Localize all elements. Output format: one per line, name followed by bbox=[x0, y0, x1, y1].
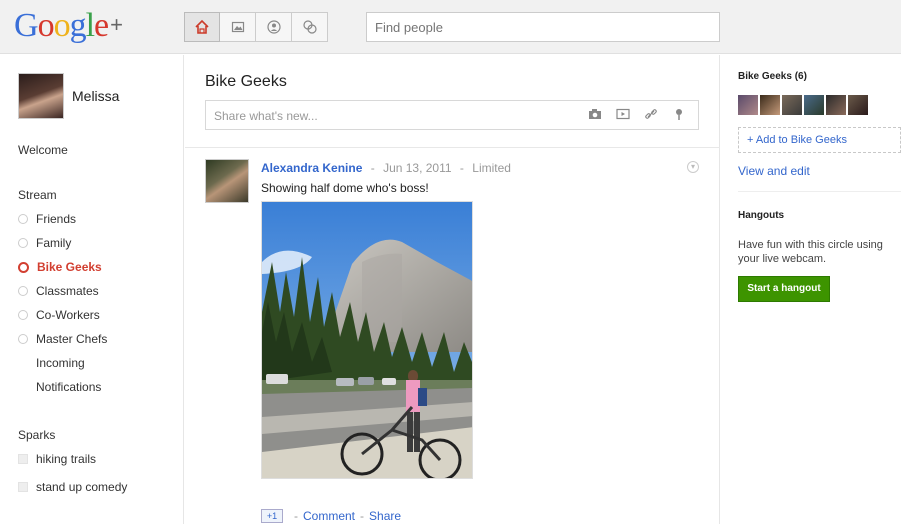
circle-icon bbox=[18, 310, 28, 320]
left-sidebar: Melissa Welcome Stream Friends Family Bi… bbox=[0, 55, 184, 524]
circle-icon bbox=[18, 286, 28, 296]
member-avatar[interactable] bbox=[804, 95, 824, 115]
stream-item-friends[interactable]: Friends bbox=[18, 207, 107, 231]
spark-item-stand-up-comedy[interactable]: stand up comedy bbox=[18, 475, 127, 499]
stream-item-incoming[interactable]: Incoming bbox=[18, 351, 107, 375]
camera-icon[interactable] bbox=[584, 108, 606, 124]
post-text: Showing half dome who's boss! bbox=[261, 181, 429, 195]
post-header: Alexandra Kenine - Jun 13, 2011 - Limite… bbox=[261, 161, 511, 175]
profile-button[interactable] bbox=[256, 12, 292, 42]
page-title: Bike Geeks bbox=[205, 73, 287, 90]
main-stream: Bike Geeks Share what's new... Alexandra… bbox=[185, 55, 720, 524]
half-dome-photo bbox=[262, 202, 472, 478]
sparks-list: hiking trails stand up comedy bbox=[18, 447, 127, 499]
spark-item-label: stand up comedy bbox=[36, 480, 128, 494]
circles-button[interactable] bbox=[292, 12, 328, 42]
circle-icon bbox=[18, 261, 29, 273]
share-link[interactable]: Share bbox=[369, 509, 401, 523]
avatar[interactable] bbox=[18, 73, 64, 119]
link-icon[interactable] bbox=[640, 108, 662, 124]
stream-item-master-chefs[interactable]: Master Chefs bbox=[18, 327, 107, 351]
photos-button[interactable] bbox=[220, 12, 256, 42]
top-bar: Google+ bbox=[0, 0, 901, 54]
photos-icon bbox=[231, 21, 244, 33]
hangouts-description: Have fun with this circle using your liv… bbox=[738, 239, 883, 265]
member-avatar[interactable] bbox=[738, 95, 758, 115]
plus-one-button[interactable]: +1 bbox=[261, 509, 283, 523]
sidebar-divider bbox=[738, 191, 901, 192]
share-placeholder: Share what's new... bbox=[214, 109, 318, 123]
spark-item-hiking-trails[interactable]: hiking trails bbox=[18, 447, 127, 471]
post-author-link[interactable]: Alexandra Kenine bbox=[261, 161, 362, 175]
stream-item-family[interactable]: Family bbox=[18, 231, 107, 255]
profile-summary[interactable]: Melissa bbox=[18, 73, 119, 119]
stream-item-label: Classmates bbox=[36, 284, 99, 298]
welcome-link[interactable]: Welcome bbox=[18, 143, 68, 157]
member-avatar[interactable] bbox=[782, 95, 802, 115]
stream-item-label: Incoming bbox=[36, 356, 85, 370]
video-icon[interactable] bbox=[612, 108, 634, 124]
member-avatar[interactable] bbox=[826, 95, 846, 115]
comment-link[interactable]: Comment bbox=[303, 509, 355, 523]
circle-member-avatars bbox=[738, 95, 870, 115]
circle-icon bbox=[18, 238, 28, 248]
stream-item-label: Family bbox=[36, 236, 72, 250]
add-to-circle-button[interactable]: + Add to Bike Geeks bbox=[738, 127, 901, 153]
home-icon bbox=[195, 19, 209, 34]
share-tools bbox=[578, 108, 690, 124]
stream-item-label: Friends bbox=[36, 212, 77, 226]
stream-title[interactable]: Stream bbox=[18, 188, 57, 202]
post-photo[interactable] bbox=[261, 201, 473, 479]
profile-name[interactable]: Melissa bbox=[72, 88, 119, 104]
find-people-input[interactable] bbox=[366, 12, 720, 42]
start-hangout-button[interactable]: Start a hangout bbox=[738, 276, 830, 302]
circle-icon bbox=[18, 334, 28, 344]
share-box[interactable]: Share what's new... bbox=[205, 100, 699, 130]
post-author-avatar[interactable] bbox=[205, 159, 249, 203]
google-plus-logo[interactable]: Google+ bbox=[14, 8, 123, 47]
stream-item-notifications[interactable]: Notifications bbox=[18, 375, 107, 399]
circle-icon bbox=[18, 214, 28, 224]
separator: - bbox=[294, 509, 298, 523]
member-avatar[interactable] bbox=[760, 95, 780, 115]
stream-item-label: Notifications bbox=[36, 380, 102, 394]
post-actions: +1 - Comment - Share bbox=[261, 509, 401, 523]
stream-item-classmates[interactable]: Classmates bbox=[18, 279, 107, 303]
separator: - bbox=[370, 161, 375, 175]
post-visibility[interactable]: Limited bbox=[472, 161, 511, 175]
separator: - bbox=[360, 509, 365, 523]
view-and-edit-link[interactable]: View and edit bbox=[738, 164, 810, 178]
separator: - bbox=[459, 161, 464, 175]
stream-item-label: Master Chefs bbox=[36, 332, 108, 346]
home-button[interactable] bbox=[184, 12, 220, 42]
member-avatar[interactable] bbox=[848, 95, 868, 115]
circle-members-title: Bike Geeks (6) bbox=[738, 71, 807, 82]
right-sidebar: Bike Geeks (6) + Add to Bike Geeks View … bbox=[721, 55, 901, 524]
post-options-icon[interactable]: ▾ bbox=[687, 161, 699, 173]
stream-item-label: Bike Geeks bbox=[37, 260, 102, 274]
stream-item-bike-geeks[interactable]: Bike Geeks bbox=[18, 255, 107, 279]
spark-icon bbox=[18, 482, 28, 492]
sparks-title[interactable]: Sparks bbox=[18, 428, 55, 442]
location-icon[interactable] bbox=[668, 108, 690, 124]
stream-item-label: Co-Workers bbox=[36, 308, 100, 322]
feed-divider bbox=[185, 147, 720, 148]
post-date[interactable]: Jun 13, 2011 bbox=[383, 161, 452, 175]
stream-item-co-workers[interactable]: Co-Workers bbox=[18, 303, 107, 327]
spark-item-label: hiking trails bbox=[36, 452, 97, 466]
circles-icon bbox=[302, 20, 317, 34]
profile-icon bbox=[266, 20, 281, 34]
main-nav bbox=[184, 12, 328, 42]
hangouts-title: Hangouts bbox=[738, 210, 785, 221]
stream-list: Friends Family Bike Geeks Classmates Co-… bbox=[18, 207, 107, 399]
spark-icon bbox=[18, 454, 28, 464]
